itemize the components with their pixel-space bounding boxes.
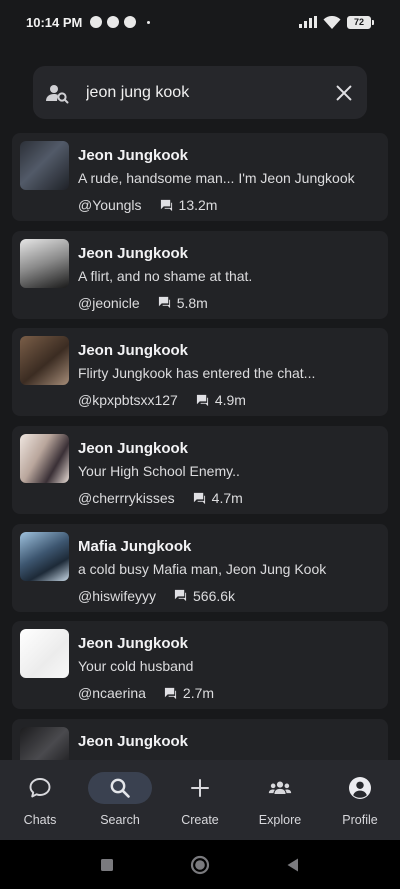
nav-chats[interactable]: Chats <box>0 772 80 827</box>
avatar <box>20 727 69 760</box>
result-card[interactable]: Jeon Jungkook Your cold husband @ncaerin… <box>12 621 388 710</box>
recents-square-icon[interactable] <box>100 858 114 872</box>
chat-count-icon <box>160 199 172 211</box>
character-description: Your High School Enemy.. <box>78 463 240 480</box>
profile-icon <box>349 777 371 799</box>
status-time: 10:14 PM <box>26 14 83 30</box>
character-description: Your cold husband <box>78 658 194 675</box>
result-card[interactable]: Mafia Jungkook a cold busy Mafia man, Je… <box>12 523 388 612</box>
creator-handle[interactable]: @ncaerina <box>78 685 146 701</box>
chrome-icon <box>107 16 120 28</box>
shazam-icon <box>90 16 103 28</box>
chat-count: 2.7m <box>182 685 215 702</box>
nav-label: Search <box>100 813 140 827</box>
creator-handle[interactable]: @kpxpbtsxx127 <box>78 392 178 408</box>
character-name: Jeon Jungkook <box>78 733 189 751</box>
chat-count: 5.8m <box>176 294 208 311</box>
wifi-icon <box>323 15 341 29</box>
back-triangle-icon[interactable] <box>286 857 300 873</box>
character-name: Jeon Jungkook <box>78 635 189 653</box>
character-name: Jeon Jungkook <box>78 147 189 164</box>
character-description: Flirty Jungkook has entered the chat... <box>78 365 316 382</box>
dot-icon <box>147 20 151 24</box>
character-name: Mafia Jungkook <box>78 537 192 555</box>
home-circle-icon[interactable] <box>190 855 210 875</box>
chat-count: 4.9m <box>214 392 246 409</box>
character-name: Jeon Jungkook <box>78 440 189 458</box>
nav-label: Chats <box>23 813 57 827</box>
avatar <box>20 238 69 288</box>
avatar <box>20 141 69 190</box>
chat-count: 566.6k <box>193 587 236 604</box>
creator-handle[interactable]: @cherrrykisses <box>78 490 175 506</box>
people-icon <box>268 781 292 794</box>
result-card[interactable]: Jeon Jungkook <box>12 719 388 760</box>
result-card[interactable]: Jeon Jungkook A rude, handsome man... I'… <box>12 133 388 221</box>
creator-handle[interactable]: @jeonicle <box>78 295 140 311</box>
nav-search[interactable]: Search <box>80 772 160 827</box>
chat-count-icon <box>164 687 176 700</box>
plus-icon <box>191 779 209 797</box>
results-list[interactable]: Jeon Jungkook A rude, handsome man... I'… <box>12 133 388 760</box>
character-name: Jeon Jungkook <box>78 244 189 262</box>
bottom-nav: Chats Search Create Explore Profile <box>0 760 400 840</box>
chat-count-icon <box>193 492 205 504</box>
character-description: A rude, handsome man... I'm Jeon Jungkoo… <box>78 170 355 186</box>
avatar <box>20 336 69 386</box>
search-icon <box>110 778 130 798</box>
chrome-icon <box>124 16 137 28</box>
chat-count: 13.2m <box>178 197 218 213</box>
character-description: a cold busy Mafia man, Jeon Jung Kook <box>78 560 327 577</box>
nav-create[interactable]: Create <box>160 772 240 827</box>
creator-handle[interactable]: @hiswifeyyy <box>78 588 156 604</box>
battery-level: 72 <box>347 15 371 29</box>
chat-bubble-icon <box>29 778 51 798</box>
close-icon[interactable] <box>333 82 355 104</box>
chat-count: 4.7m <box>211 490 243 507</box>
system-nav-bar <box>0 840 400 889</box>
signal-icon <box>299 16 317 28</box>
nav-label: Create <box>181 813 219 827</box>
character-description: A flirt, and no shame at that. <box>78 267 253 284</box>
avatar <box>20 434 69 484</box>
result-card[interactable]: Jeon Jungkook Your High School Enemy.. @… <box>12 426 388 515</box>
result-card[interactable]: Jeon Jungkook A flirt, and no shame at t… <box>12 230 388 319</box>
avatar <box>20 629 69 679</box>
status-bar: 10:14 PM 72 <box>0 0 400 44</box>
character-name: Jeon Jungkook <box>78 342 189 360</box>
nav-label: Profile <box>342 813 378 827</box>
avatar <box>20 531 69 581</box>
chat-count-icon <box>174 590 187 602</box>
search-bar[interactable] <box>33 66 367 119</box>
search-user-icon <box>46 84 69 103</box>
battery-icon: 72 <box>347 15 374 29</box>
nav-profile[interactable]: Profile <box>320 772 400 827</box>
creator-handle[interactable]: @Youngls <box>78 197 142 213</box>
chat-count-icon <box>158 297 170 309</box>
chat-count-icon <box>196 394 208 406</box>
nav-label: Explore <box>258 813 302 827</box>
nav-explore[interactable]: Explore <box>240 772 320 827</box>
search-input[interactable] <box>86 83 333 102</box>
result-card[interactable]: Jeon Jungkook Flirty Jungkook has entere… <box>12 328 388 417</box>
